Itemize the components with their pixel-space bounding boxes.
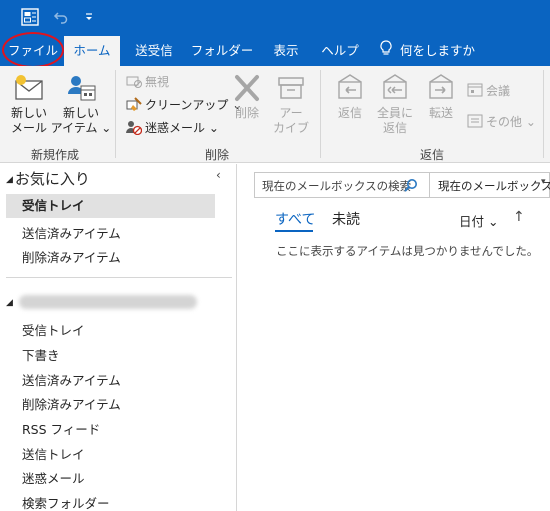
ribbon-tab-row: ファイル ホーム 送受信 フォルダー 表示 ヘルプ 何をしますか	[0, 36, 550, 66]
tab-help[interactable]: ヘルプ	[316, 36, 364, 66]
reply-all-button[interactable]: 全員に 返信	[375, 72, 415, 136]
folder-item-deleted[interactable]: 削除済みアイテム	[22, 394, 121, 413]
meeting-label: 会議	[486, 83, 511, 98]
forward-icon	[429, 74, 453, 99]
search-icon[interactable]	[403, 178, 418, 193]
ribbon: 新しい メール 新しい アイテム ⌄ 新規作成 無視 クリーンアップ ⌄ 迷惑メ…	[0, 66, 550, 163]
folder-item-junk[interactable]: 迷惑メール	[22, 468, 85, 487]
forward-label: 転送	[428, 106, 453, 120]
ignore-icon	[126, 76, 142, 88]
favorites-label: お気に入り	[14, 170, 90, 188]
new-items-label-2: アイテム ⌄	[50, 121, 112, 135]
filter-tab-all[interactable]: すべて	[275, 209, 315, 229]
reply-all-icon	[383, 74, 407, 99]
archive-label-1: アー	[279, 106, 303, 120]
outlook-app-icon[interactable]	[20, 7, 40, 27]
title-bar	[0, 0, 550, 36]
archive-icon	[278, 77, 304, 99]
more-respond-icon	[467, 114, 483, 128]
search-input[interactable]: 現在のメールボックスの検索	[262, 178, 411, 194]
tab-file[interactable]: ファイル	[4, 36, 62, 66]
account-name-redacted	[18, 294, 197, 309]
archive-label-2: カイブ	[272, 121, 309, 135]
folder-item-drafts[interactable]: 下書き	[22, 345, 60, 364]
group-separator	[543, 70, 544, 158]
junk-label: 迷惑メール ⌄	[145, 120, 219, 135]
reply-button[interactable]: 返信	[330, 72, 370, 121]
meeting-button[interactable]: 会議	[467, 80, 510, 100]
cleanup-button[interactable]: クリーンアップ ⌄	[126, 94, 242, 114]
delete-x-icon	[235, 75, 259, 101]
pane-splitter[interactable]	[236, 164, 237, 511]
collapse-pane-icon[interactable]: ‹	[216, 168, 221, 182]
more-respond-button[interactable]: その他 ⌄	[467, 111, 536, 131]
folder-item-outbox[interactable]: 送信トレイ	[22, 444, 85, 463]
account-header[interactable]: ◢	[6, 293, 197, 309]
archive-button[interactable]: アー カイブ	[272, 72, 310, 136]
folder-item-inbox-favorite[interactable]: 受信トレイ	[6, 194, 215, 218]
reply-all-label-1: 全員に	[376, 106, 413, 120]
tab-view[interactable]: 表示	[263, 36, 309, 66]
folder-item-sent-favorite[interactable]: 送信済みアイテム	[22, 223, 121, 242]
tab-send-receive[interactable]: 送受信	[127, 36, 181, 66]
tab-home[interactable]: ホーム	[64, 36, 120, 66]
pane-divider	[6, 277, 232, 278]
collapse-triangle-icon: ◢	[6, 174, 13, 185]
group-label-new: 新規作成	[31, 148, 80, 162]
new-mail-label-1: 新しい	[10, 106, 47, 120]
junk-button[interactable]: 迷惑メール ⌄	[126, 117, 219, 137]
group-label-delete: 削除	[205, 148, 230, 162]
search-box[interactable]: 現在のメールボックスの検索 現在のメールボックス ▾	[254, 172, 550, 198]
new-mail-button[interactable]: 新しい メール	[8, 72, 50, 136]
junk-icon	[126, 121, 142, 135]
folder-item-inbox[interactable]: 受信トレイ	[22, 320, 85, 339]
reply-icon	[338, 74, 362, 99]
new-items-button[interactable]: 新しい アイテム ⌄	[50, 72, 112, 136]
empty-list-message: ここに表示するアイテムは見つかりませんでした。	[276, 244, 539, 258]
chevron-down-icon[interactable]: ▾	[541, 177, 546, 187]
qat-customize-icon[interactable]	[79, 7, 99, 27]
folder-item-sent[interactable]: 送信済みアイテム	[22, 370, 121, 389]
tell-me-label: 何をしますか	[400, 43, 476, 58]
new-items-label-1: 新しい	[62, 106, 99, 120]
collapse-triangle-icon: ◢	[6, 298, 13, 308]
group-separator	[320, 70, 321, 158]
undo-icon[interactable]	[51, 7, 71, 27]
new-mail-label-2: メール	[10, 121, 47, 135]
tab-folder[interactable]: フォルダー	[190, 36, 254, 66]
meeting-icon	[467, 83, 483, 97]
delete-button[interactable]: 削除	[228, 72, 266, 121]
new-items-icon	[68, 76, 96, 101]
cleanup-icon	[126, 97, 142, 111]
forward-button[interactable]: 転送	[421, 72, 461, 121]
folder-pane: ◢ お気に入り ‹ 受信トレイ 送信済みアイテム 削除済みアイテム ◢ 受信トレイ…	[0, 164, 236, 511]
search-scope-select[interactable]: 現在のメールボックス	[438, 178, 550, 194]
sort-direction-icon[interactable]: ↑	[513, 209, 525, 225]
group-label-respond: 返信	[420, 148, 445, 162]
new-mail-icon	[15, 75, 43, 100]
ignore-button[interactable]: 無視	[126, 71, 169, 91]
reply-all-label-2: 返信	[382, 121, 407, 135]
group-separator	[115, 70, 116, 158]
search-divider	[429, 173, 430, 197]
delete-label: 削除	[234, 106, 259, 120]
ignore-label: 無視	[145, 74, 170, 89]
filter-tab-underline	[275, 230, 313, 232]
sort-by-date-button[interactable]: 日付 ⌄	[459, 211, 498, 230]
folder-item-deleted-favorite[interactable]: 削除済みアイテム	[22, 247, 121, 266]
folder-item-rss[interactable]: RSS フィード	[22, 419, 100, 438]
more-respond-label: その他 ⌄	[486, 114, 536, 129]
filter-tab-unread[interactable]: 未読	[332, 209, 360, 229]
reply-label: 返信	[337, 106, 362, 120]
lightbulb-icon	[380, 37, 392, 67]
tell-me-search[interactable]: 何をしますか	[380, 36, 480, 66]
favorites-header[interactable]: ◢ お気に入り	[6, 168, 90, 189]
folder-item-search-folders[interactable]: 検索フォルダー	[22, 493, 110, 511]
